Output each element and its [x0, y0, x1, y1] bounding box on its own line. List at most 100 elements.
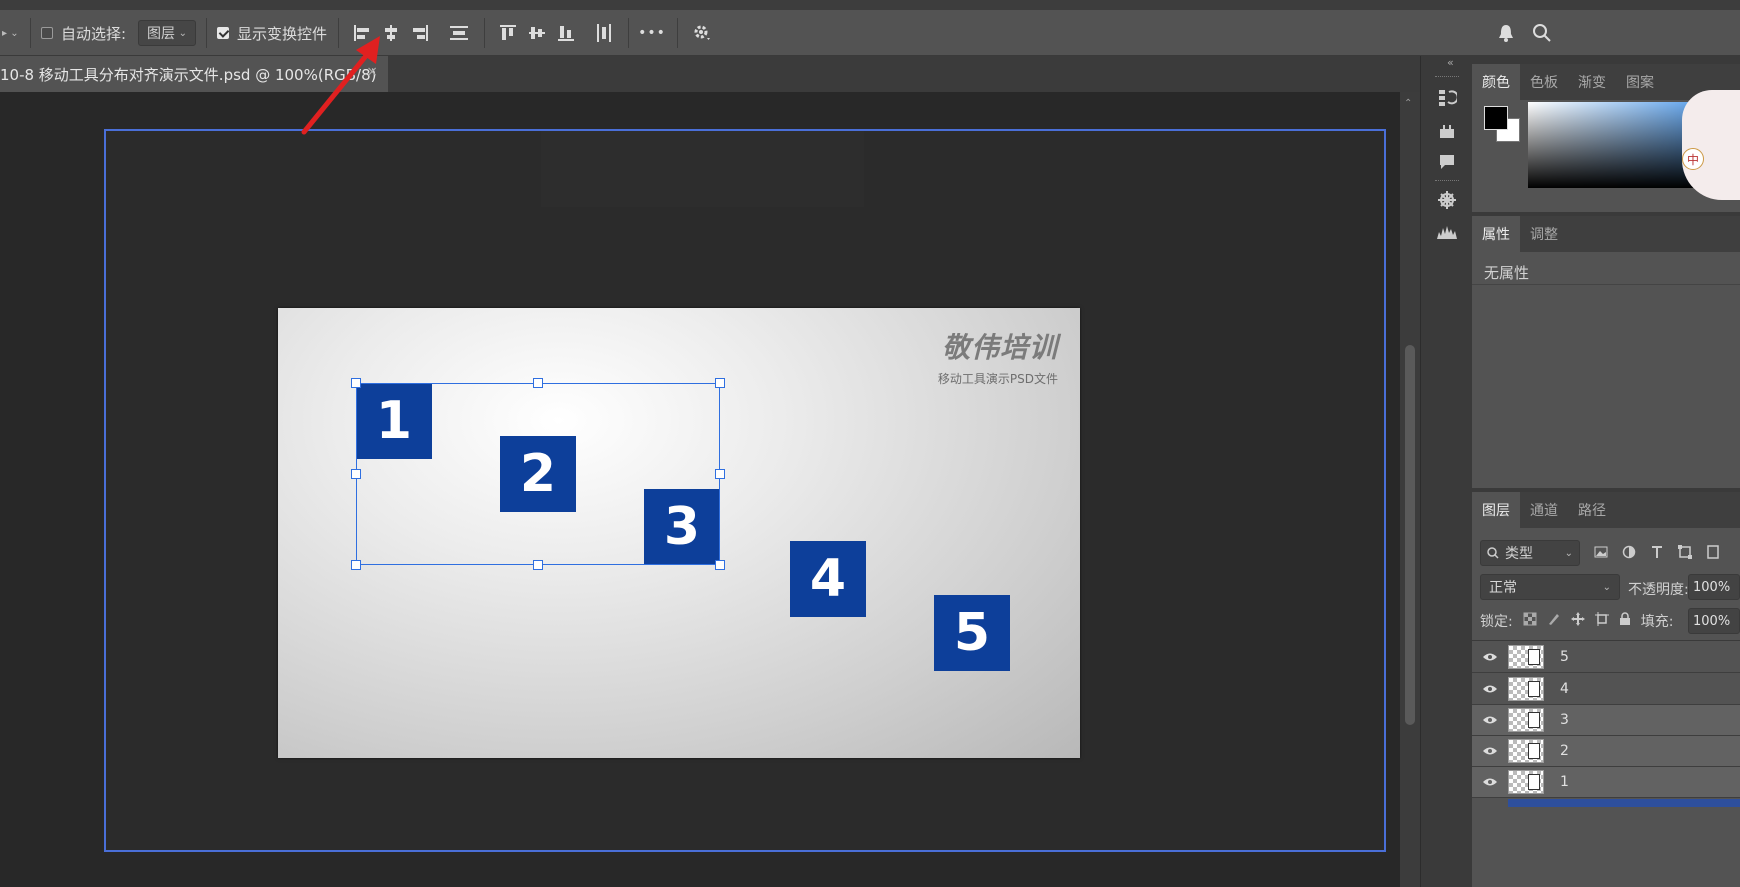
tab-properties[interactable]: 属性 — [1472, 216, 1520, 252]
chevron-up-icon[interactable]: ⌃ — [1404, 98, 1412, 109]
layer-name: 1 — [1560, 774, 1569, 790]
layer-filter-value: 类型 — [1505, 546, 1533, 562]
eye-icon[interactable] — [1472, 746, 1508, 756]
align-bottom-edges-icon[interactable] — [552, 20, 580, 46]
layer-thumbnail — [1508, 677, 1544, 701]
vertical-scrollbar[interactable]: ⌃ — [1400, 92, 1420, 887]
lock-artboard-icon[interactable] — [1594, 612, 1609, 630]
ime-badge[interactable]: 中 — [1682, 148, 1704, 170]
annotation-arrow — [301, 36, 380, 135]
smart-object-filter-icon[interactable] — [1704, 542, 1722, 562]
lock-transparent-icon[interactable] — [1523, 612, 1537, 630]
gear-icon[interactable] — [688, 20, 716, 46]
panel-icon-strip: « — [1420, 56, 1472, 887]
properties-panel: 属性 调整 无属性 — [1472, 216, 1740, 488]
navigator-icon[interactable] — [1435, 188, 1459, 212]
layer-name: 4 — [1560, 681, 1569, 697]
options-bar: ▸ ⌄ 自动选择: 图层 ⌄ 显示变换控件 ••• — [0, 0, 1740, 56]
transform-handle-top-right[interactable] — [715, 378, 725, 388]
layer-filter-icons — [1592, 542, 1722, 562]
layer-row-selected[interactable]: 1 — [1472, 767, 1740, 798]
tab-swatches[interactable]: 色板 — [1520, 64, 1568, 100]
auto-select-dropdown[interactable]: 图层 ⌄ — [138, 20, 196, 46]
auto-select-checkbox[interactable] — [41, 27, 53, 39]
plugin-icon[interactable] — [1435, 120, 1459, 144]
bell-icon[interactable] — [1492, 20, 1520, 46]
tab-patterns[interactable]: 图案 — [1616, 64, 1664, 100]
transform-handle-top[interactable] — [533, 378, 543, 388]
collapse-panels-icon[interactable]: « — [1447, 56, 1454, 69]
auto-select-value: 图层 — [147, 26, 175, 42]
tab-channels[interactable]: 通道 — [1520, 492, 1568, 528]
lock-position-icon[interactable] — [1570, 612, 1585, 630]
strip-grip[interactable] — [1435, 180, 1459, 183]
transform-bounding-box[interactable] — [356, 383, 720, 565]
eye-icon[interactable] — [1472, 715, 1508, 725]
align-vertical-centers-icon[interactable] — [523, 20, 551, 46]
fill-input[interactable]: 100% — [1688, 608, 1740, 634]
lock-all-icon[interactable] — [1619, 612, 1631, 630]
auto-select-label: 自动选择: — [61, 24, 127, 43]
square-4[interactable]: 4 — [790, 541, 866, 617]
divider — [1472, 640, 1740, 641]
transform-handle-top-left[interactable] — [351, 378, 361, 388]
layer-name: 2 — [1560, 743, 1569, 759]
type-filter-icon[interactable] — [1648, 542, 1666, 562]
layer-row[interactable]: 5 — [1472, 642, 1740, 673]
tab-adjustments[interactable]: 调整 — [1520, 216, 1568, 252]
eye-icon[interactable] — [1472, 652, 1508, 662]
histogram-icon[interactable] — [1435, 220, 1459, 244]
tool-preset-dropdown[interactable]: ▸ ⌄ — [2, 20, 19, 46]
more-options-icon[interactable]: ••• — [638, 20, 666, 46]
tab-gradients[interactable]: 渐变 — [1568, 64, 1616, 100]
align-right-edges-icon[interactable] — [406, 20, 434, 46]
transform-handle-bottom-right[interactable] — [715, 560, 725, 570]
distribute-horizontal-icon[interactable] — [590, 20, 618, 46]
lock-row: 锁定: 填充: — [1480, 608, 1673, 634]
transform-handle-right[interactable] — [715, 469, 725, 479]
fill-label: 填充: — [1640, 614, 1674, 630]
shape-filter-icon[interactable] — [1676, 542, 1694, 562]
transform-handle-bottom-left[interactable] — [351, 560, 361, 570]
image-filter-icon[interactable] — [1592, 542, 1610, 562]
distribute-vertical-icon[interactable] — [445, 20, 473, 46]
layer-name: 5 — [1560, 649, 1569, 665]
adjustment-filter-icon[interactable] — [1620, 542, 1638, 562]
eye-icon[interactable] — [1472, 684, 1508, 694]
tab-color[interactable]: 颜色 — [1472, 64, 1520, 100]
show-transform-checkbox[interactable] — [217, 27, 229, 39]
layer-thumbnail — [1508, 770, 1544, 794]
scrollbar-thumb[interactable] — [1405, 345, 1415, 725]
search-icon[interactable] — [1528, 20, 1556, 46]
opacity-label: 不透明度: — [1628, 582, 1689, 598]
opacity-input[interactable]: 100% — [1688, 574, 1740, 600]
layer-row[interactable]: 4 — [1472, 674, 1740, 705]
layer-row-selected[interactable]: 3 — [1472, 705, 1740, 736]
right-panels: 颜色 色板 渐变 图案 中 属性 调整 无属性 图层 通道 路径 类型 ⌄ 正常… — [1472, 56, 1740, 887]
tab-paths[interactable]: 路径 — [1568, 492, 1616, 528]
brand-logo: 敬伟培训 移动工具演示PSD文件 — [938, 326, 1058, 387]
comments-icon[interactable] — [1435, 150, 1459, 174]
auto-select-target[interactable]: 图层 ⌄ — [138, 20, 196, 46]
transform-handle-left[interactable] — [351, 469, 361, 479]
lock-label: 锁定: — [1480, 614, 1513, 630]
background-layer-row-partial[interactable] — [1508, 799, 1740, 807]
foreground-color-swatch[interactable] — [1484, 106, 1508, 130]
divider — [484, 18, 485, 48]
layer-thumbnail — [1508, 645, 1544, 669]
transform-handle-bottom[interactable] — [533, 560, 543, 570]
eye-icon[interactable] — [1472, 777, 1508, 787]
layer-filter-dropdown[interactable]: 类型 ⌄ — [1480, 540, 1580, 566]
blend-mode-dropdown[interactable]: 正常 ⌄ — [1480, 574, 1620, 600]
divider — [1472, 284, 1740, 285]
mascot-sticker: 中 — [1682, 90, 1740, 200]
history-icon[interactable] — [1435, 86, 1459, 110]
align-top-edges-icon[interactable] — [494, 20, 522, 46]
search-icon — [1487, 547, 1499, 559]
logo-title: 敬伟培训 — [941, 331, 1058, 364]
lock-pixels-icon[interactable] — [1547, 612, 1561, 630]
layer-row-selected[interactable]: 2 — [1472, 736, 1740, 767]
strip-grip[interactable] — [1435, 76, 1459, 79]
tab-layers[interactable]: 图层 — [1472, 492, 1520, 528]
square-5[interactable]: 5 — [934, 595, 1010, 671]
